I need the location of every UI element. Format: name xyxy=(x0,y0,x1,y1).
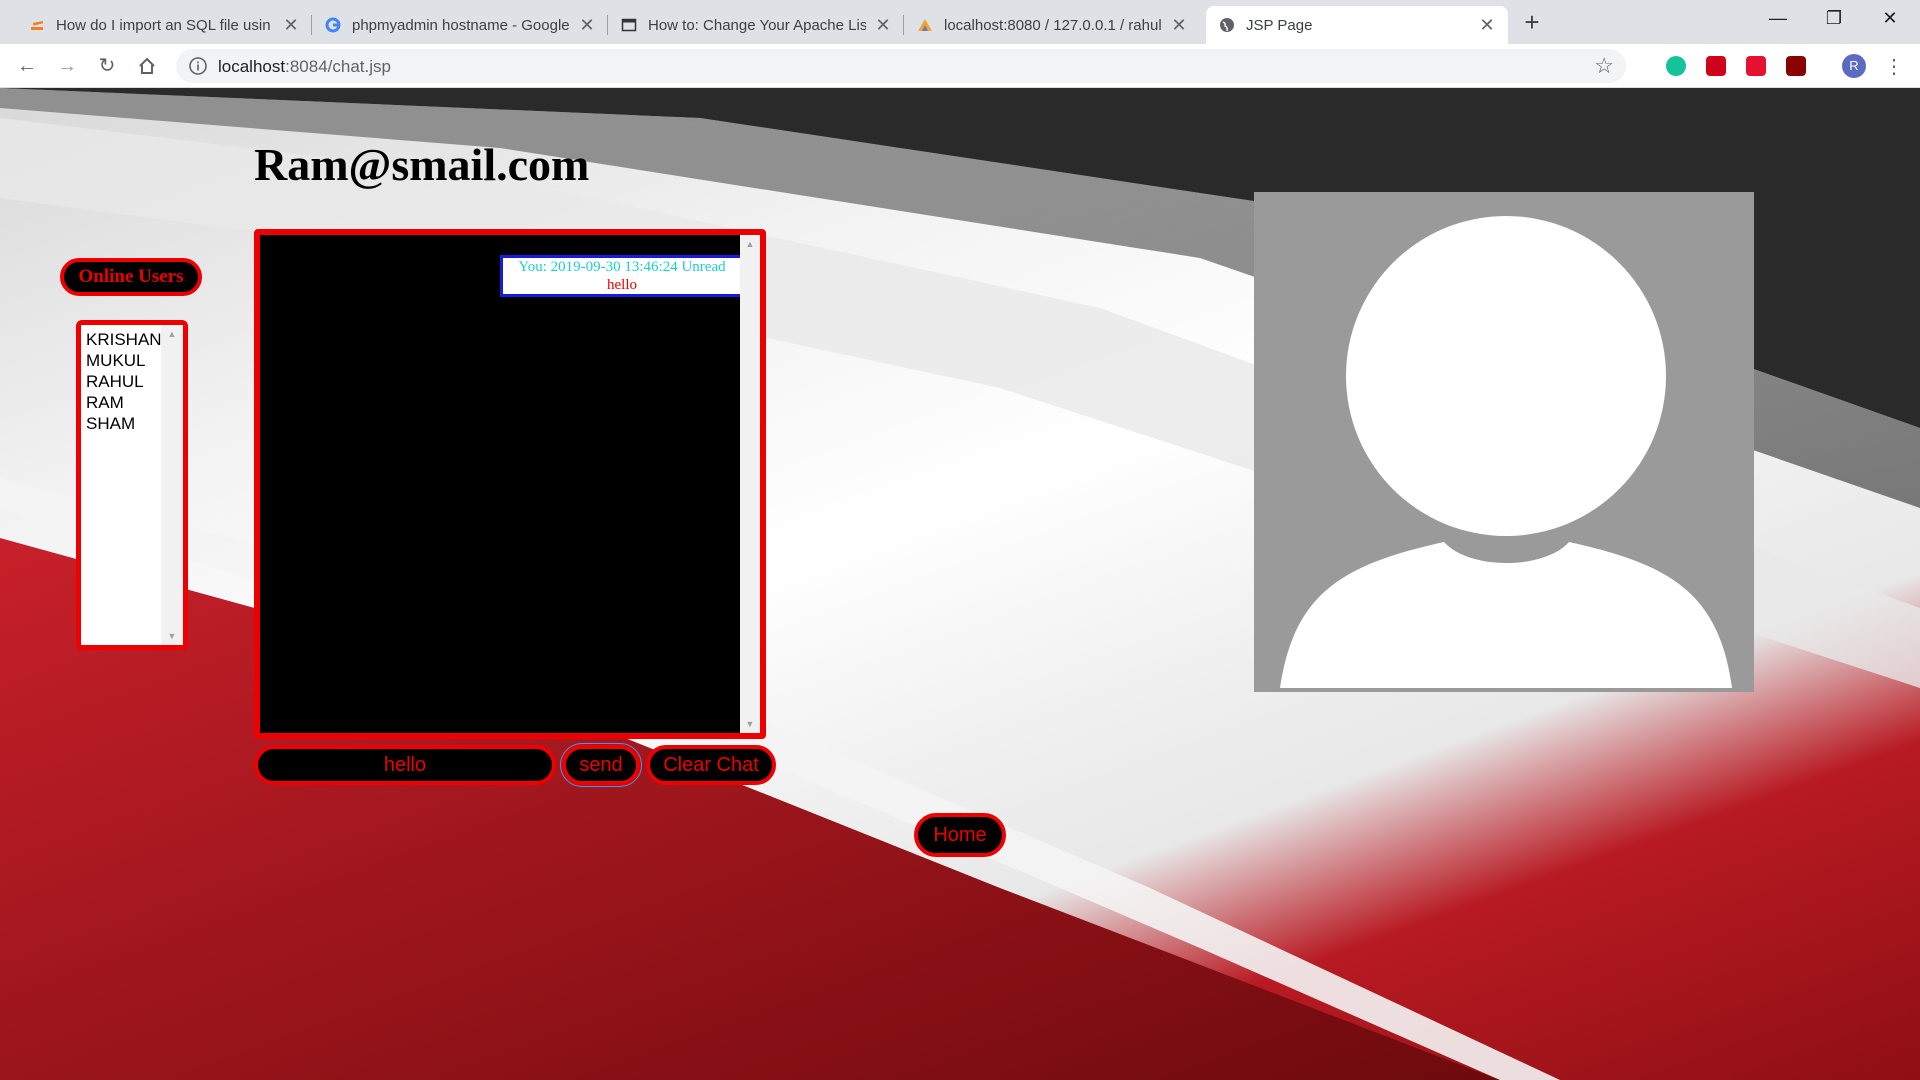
chat-window[interactable]: You: 2019-09-30 13:46:24 Unread hello ▲ … xyxy=(254,229,766,739)
pdf-extension-icon[interactable] xyxy=(1706,56,1726,76)
globe-icon xyxy=(1218,16,1236,34)
list-item[interactable]: KRISHAN xyxy=(86,329,162,350)
bookmark-star-icon[interactable]: ☆ xyxy=(1594,53,1614,79)
tab-jsp-page[interactable]: JSP Page ✕ xyxy=(1206,6,1508,44)
close-icon[interactable]: ✕ xyxy=(1170,15,1188,36)
reload-button[interactable]: ↻ xyxy=(92,51,122,81)
url-path: :8084/chat.jsp xyxy=(285,57,391,76)
menu-dots-icon[interactable]: ⋮ xyxy=(1884,54,1904,79)
online-users-button[interactable]: Online Users xyxy=(60,258,202,296)
users-scrollbar[interactable]: ▲ ▼ xyxy=(161,325,183,645)
browser-toolbar: ← → ↻ localhost:8084/chat.jsp ☆ R ⋮ xyxy=(0,44,1920,88)
clear-chat-button[interactable]: Clear Chat xyxy=(646,745,776,785)
tab-title: How to: Change Your Apache List xyxy=(648,16,866,34)
list-item[interactable]: RAHUL xyxy=(86,371,162,392)
scroll-down-icon[interactable]: ▼ xyxy=(740,719,760,729)
address-url: localhost:8084/chat.jsp xyxy=(218,57,391,77)
user-silhouette-icon xyxy=(1280,216,1732,688)
browser-tabstrip: How do I import an SQL file usin ✕ phpmy… xyxy=(0,0,1920,44)
page-icon xyxy=(620,16,638,34)
tab-title: How do I import an SQL file usin xyxy=(56,16,271,34)
scroll-down-icon[interactable]: ▼ xyxy=(161,631,183,641)
chat-message: You: 2019-09-30 13:46:24 Unread hello xyxy=(500,255,744,297)
profile-avatar[interactable]: R xyxy=(1842,54,1866,78)
home-button[interactable]: Home xyxy=(914,813,1006,857)
chat-scrollbar[interactable]: ▲ ▼ xyxy=(740,235,760,733)
video-extension-icon[interactable] xyxy=(1746,56,1766,76)
close-icon[interactable]: ✕ xyxy=(1478,15,1496,36)
window-close-button[interactable]: ✕ xyxy=(1862,0,1918,36)
google-icon xyxy=(324,16,342,34)
tab-apache-howto[interactable]: How to: Change Your Apache List ✕ xyxy=(608,6,904,44)
tab-phpmyadmin[interactable]: localhost:8080 / 127.0.0.1 / rahul ✕ xyxy=(904,6,1200,44)
message-meta: You: 2019-09-30 13:46:24 Unread xyxy=(518,259,726,275)
send-button[interactable]: send xyxy=(560,743,642,787)
close-icon[interactable]: ✕ xyxy=(282,15,300,36)
stack-icon xyxy=(28,16,46,34)
phpmyadmin-icon xyxy=(916,16,934,34)
tab-title: phpmyadmin hostname - Google xyxy=(352,16,570,34)
profile-picture xyxy=(1254,192,1754,692)
scroll-up-icon[interactable]: ▲ xyxy=(161,329,183,339)
forward-button[interactable]: → xyxy=(52,51,82,81)
chat-page: Ram@smail.com Online Users KRISHAN MUKUL… xyxy=(0,88,1920,1080)
tab-sql-import[interactable]: How do I import an SQL file usin ✕ xyxy=(16,6,312,44)
scroll-up-icon[interactable]: ▲ xyxy=(740,239,760,249)
info-icon[interactable] xyxy=(188,56,208,76)
user-email-heading: Ram@smail.com xyxy=(254,139,590,190)
list-item[interactable]: RAM xyxy=(86,392,162,413)
message-text: hello xyxy=(607,277,637,293)
back-button[interactable]: ← xyxy=(12,51,42,81)
online-users-list[interactable]: KRISHAN MUKUL RAHUL RAM SHAM ▲ ▼ xyxy=(76,320,188,650)
acrobat-extension-icon[interactable] xyxy=(1786,56,1806,76)
list-item[interactable]: SHAM xyxy=(86,413,162,434)
message-input[interactable]: hello xyxy=(254,745,556,785)
address-bar[interactable]: localhost:8084/chat.jsp ☆ xyxy=(176,49,1626,83)
tab-title: localhost:8080 / 127.0.0.1 / rahul xyxy=(944,16,1162,34)
close-icon[interactable]: ✕ xyxy=(578,15,596,36)
users-list-items: KRISHAN MUKUL RAHUL RAM SHAM xyxy=(86,329,162,434)
minimize-button[interactable]: — xyxy=(1750,0,1806,36)
close-icon[interactable]: ✕ xyxy=(874,15,892,36)
url-host: localhost xyxy=(218,57,286,76)
restore-button[interactable]: ❐ xyxy=(1806,0,1862,36)
list-item[interactable]: MUKUL xyxy=(86,350,162,371)
new-tab-button[interactable]: + xyxy=(1518,8,1546,36)
grammarly-extension-icon[interactable] xyxy=(1666,56,1686,76)
tab-google-search[interactable]: phpmyadmin hostname - Google ✕ xyxy=(312,6,608,44)
home-icon[interactable] xyxy=(132,51,162,81)
tab-title: JSP Page xyxy=(1246,16,1313,34)
